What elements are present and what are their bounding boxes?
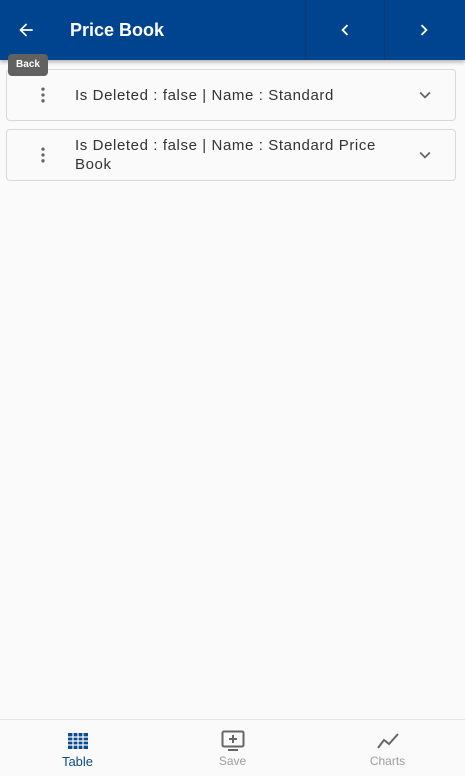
save-icon <box>221 730 244 751</box>
app-bar: Price Book <box>0 0 465 60</box>
chevron-right-icon <box>420 24 428 36</box>
record-summary: Is Deleted : false | Name : Standard Pri… <box>75 137 376 173</box>
previous-button[interactable] <box>305 0 383 60</box>
tab-table-label: Table <box>61 754 94 769</box>
tab-table[interactable]: Table <box>0 720 155 776</box>
more-vertical-icon <box>41 87 45 103</box>
chevron-down-icon <box>419 151 431 159</box>
more-vertical-icon <box>41 147 45 163</box>
chevron-left-icon <box>340 24 348 36</box>
page-title: Price Book <box>70 20 165 40</box>
expand-button[interactable] <box>413 83 437 107</box>
next-button[interactable] <box>384 0 462 60</box>
tab-save[interactable]: Save <box>155 720 310 776</box>
chart-icon <box>376 733 399 749</box>
back-button[interactable] <box>0 0 52 60</box>
record-card[interactable]: Is Deleted : false | Name : Standard Pri… <box>6 129 456 181</box>
back-tooltip: Back <box>8 54 48 76</box>
table-icon <box>67 733 88 749</box>
bottom-navigation: Table Save Charts <box>0 719 465 776</box>
chevron-down-icon <box>419 91 431 99</box>
record-summary: Is Deleted : false | Name : Standard <box>75 87 334 104</box>
tab-save-label: Save <box>218 754 247 768</box>
expand-button[interactable] <box>413 143 437 167</box>
more-options-button[interactable] <box>33 143 53 167</box>
more-options-button[interactable] <box>33 83 53 107</box>
record-card[interactable]: Is Deleted : false | Name : Standard <box>6 69 456 121</box>
tab-charts[interactable]: Charts <box>310 720 465 776</box>
tab-charts-label: Charts <box>369 754 406 768</box>
arrow-left-icon <box>19 23 33 37</box>
